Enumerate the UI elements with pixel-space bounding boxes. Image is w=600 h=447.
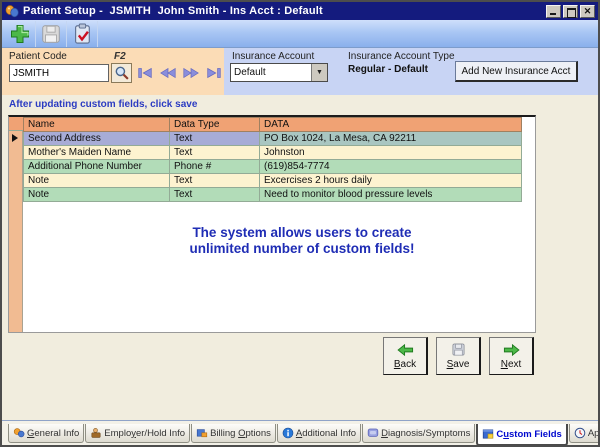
add-record-button[interactable] xyxy=(5,21,36,47)
billing-card-icon xyxy=(196,427,208,439)
custom-fields-grid: Name Data Type DATA Second Address Text … xyxy=(8,115,536,333)
fields-window-icon xyxy=(482,428,494,440)
green-arrow-right-icon xyxy=(503,343,520,357)
insurance-account-label: Insurance Account xyxy=(232,51,314,62)
save-hint-text: After updating custom fields, click save xyxy=(9,99,197,110)
main-toolbar xyxy=(2,20,598,48)
table-row[interactable]: Second Address Text PO Box 1024, La Mesa… xyxy=(24,132,522,146)
clipboard-check-icon xyxy=(72,23,92,45)
tab-diagnosis-symptoms[interactable]: Diagnosis/Symptoms xyxy=(362,424,475,443)
patient-code-input[interactable] xyxy=(9,64,109,82)
save-button[interactable]: Save xyxy=(436,337,481,375)
green-arrow-left-icon xyxy=(397,343,414,357)
people-icon xyxy=(13,427,25,439)
info-circle-icon xyxy=(282,427,294,439)
search-icon xyxy=(114,65,130,81)
plus-icon xyxy=(8,22,32,46)
previous-record-icon[interactable] xyxy=(159,66,177,80)
verify-record-button[interactable] xyxy=(67,21,98,47)
chevron-down-icon: ▼ xyxy=(311,64,327,81)
promo-banner-text: The system allows users to create unlimi… xyxy=(2,225,600,257)
selected-row-marker-icon xyxy=(12,134,18,142)
insurance-panel: Insurance Account Default ▼ Insurance Ac… xyxy=(224,48,598,95)
column-header-data-type: Data Type xyxy=(170,118,260,132)
last-record-icon[interactable] xyxy=(205,66,223,80)
close-icon[interactable] xyxy=(580,5,595,18)
patient-search-button[interactable] xyxy=(111,63,132,83)
record-navigator xyxy=(136,66,223,80)
tab-billing-options[interactable]: Billing Options xyxy=(191,424,276,443)
insurance-type-value: Regular - Default xyxy=(348,64,428,75)
back-button[interactable]: Back xyxy=(383,337,428,375)
insurance-account-select[interactable]: Default ▼ xyxy=(230,63,328,82)
table-row[interactable]: Note Text Excercises 2 hours daily xyxy=(24,174,522,188)
add-insurance-account-button[interactable]: Add New Insurance Acct xyxy=(455,61,578,82)
grid-header-row: Name Data Type DATA xyxy=(24,118,522,132)
insurance-account-value: Default xyxy=(231,67,311,78)
save-record-button[interactable] xyxy=(36,21,67,47)
maximize-icon[interactable] xyxy=(563,5,578,18)
app-icon xyxy=(5,5,19,18)
table-row[interactable]: Note Text Need to monitor blood pressure… xyxy=(24,188,522,202)
f2-shortcut-label: F2 xyxy=(114,51,126,62)
patient-code-label: Patient Code xyxy=(9,51,67,62)
custom-fields-page: After updating custom fields, click save… xyxy=(2,95,598,420)
tab-additional-info[interactable]: Additional Info xyxy=(277,424,361,443)
tab-employer-hold-info[interactable]: Employer/Hold Info xyxy=(85,424,190,443)
floppy-icon xyxy=(40,23,62,45)
worker-icon xyxy=(90,427,102,439)
clock-icon xyxy=(574,427,586,439)
next-button[interactable]: Next xyxy=(489,337,534,375)
patient-insurance-bar: Patient Code F2 xyxy=(2,48,598,95)
insurance-type-label: Insurance Account Type xyxy=(348,51,455,62)
table-row[interactable]: Additional Phone Number Phone # (619)854… xyxy=(24,160,522,174)
table-row[interactable]: Mother's Maiden Name Text Johnston xyxy=(24,146,522,160)
first-record-icon[interactable] xyxy=(136,66,154,80)
next-record-icon[interactable] xyxy=(182,66,200,80)
floppy-icon xyxy=(451,342,466,357)
wizard-buttons: Back Save Next xyxy=(383,337,534,375)
titlebar: Patient Setup - JSMITH John Smith - Ins … xyxy=(2,2,598,20)
tab-general-info[interactable]: General Info xyxy=(8,424,84,443)
section-tabbar: General Info Employer/Hold Info Billing … xyxy=(2,420,598,445)
column-header-name: Name xyxy=(24,118,170,132)
custom-fields-table: Name Data Type DATA Second Address Text … xyxy=(23,117,522,202)
minimize-icon[interactable] xyxy=(546,5,561,18)
monitor-icon xyxy=(367,427,379,439)
tab-appointments[interactable]: Appointments xyxy=(569,424,600,443)
column-header-data: DATA xyxy=(260,118,522,132)
window-title: Patient Setup - JSMITH John Smith - Ins … xyxy=(23,5,546,17)
patient-setup-window: Patient Setup - JSMITH John Smith - Ins … xyxy=(0,0,600,447)
tab-custom-fields[interactable]: Custom Fields xyxy=(476,424,567,446)
patient-code-panel: Patient Code F2 xyxy=(2,48,224,95)
